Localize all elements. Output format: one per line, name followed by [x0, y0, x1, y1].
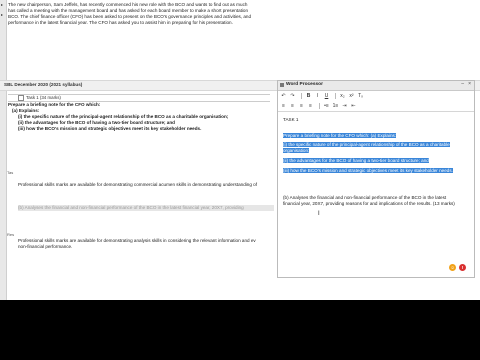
scenario-line: has called a meeting with the management…: [8, 7, 249, 13]
underline-button[interactable]: U: [323, 93, 330, 100]
toolbar-divider-line: [278, 111, 474, 112]
marker-icon[interactable]: ▸: [1, 12, 6, 17]
doc-line-selected: (iii) how the BCO's mission and strategi…: [283, 167, 469, 174]
doc-line-selected: organisation;: [283, 147, 469, 154]
subscript-button[interactable]: x₂: [339, 93, 346, 100]
bullet-list-button[interactable]: •≡: [323, 103, 330, 110]
indent-button[interactable]: ⇥: [341, 103, 348, 110]
word-processor-titlebar[interactable]: Word Processor – ×: [278, 81, 474, 91]
doc-line: financial year, 20X7, providing reasons …: [283, 201, 455, 207]
numbered-list-button[interactable]: 1≡: [332, 103, 339, 110]
toolbar-divider: [319, 103, 320, 109]
align-right-button[interactable]: ≡: [298, 103, 305, 110]
close-icon[interactable]: ×: [468, 81, 471, 87]
note-line: non-financial performance.: [18, 243, 73, 249]
justify-button[interactable]: ≡: [307, 103, 314, 110]
tab-task-1[interactable]: Task 1 (34 marks): [18, 95, 61, 101]
selected-text: (iii) how the BCO's mission and strategi…: [283, 167, 453, 173]
align-left-button[interactable]: ≡: [280, 103, 287, 110]
toolbar-row-2: ≡ ≡ ≡ ≡ •≡ 1≡ ⇥ ⇤: [280, 102, 472, 110]
exam-title: SBL December 2020 (2021 syllabus): [4, 82, 83, 87]
professional-marks-note: Professional skills marks are available …: [18, 182, 257, 187]
left-sidebar-strip: ▸ ▸: [0, 0, 7, 300]
italic-button[interactable]: I: [314, 93, 321, 100]
selected-text: (ii) the advantages for the BCO of havin…: [283, 157, 429, 163]
selected-text: Prepare a briefing note for the CFO whic…: [283, 132, 397, 138]
flag-icon[interactable]: ▸: [1, 2, 6, 7]
word-processor-window[interactable]: Word Processor – × ↶ ↷ B I U x₂ x² Tₓ ≡ …: [277, 80, 475, 278]
align-center-button[interactable]: ≡: [289, 103, 296, 110]
alert-icon[interactable]: !: [459, 264, 466, 271]
collapse-icon[interactable]: [18, 95, 24, 101]
question-scenario: The new chairperson, Sam Jeffels, has re…: [8, 2, 270, 80]
bold-button[interactable]: B: [305, 93, 312, 100]
professional-marks-note-2: Professional skills marks are available …: [18, 238, 274, 250]
requirement-iii: (iii) how the BCO's mission and strategi…: [18, 125, 202, 131]
part-b-selected-text[interactable]: (b) Analyses the financial and non-finan…: [18, 205, 274, 211]
document-body[interactable]: TASK 1 Prepare a briefing note for the C…: [283, 117, 469, 207]
doc-line-selected: (ii) the advantages for the BCO of havin…: [283, 157, 469, 164]
clear-format-button[interactable]: Tₓ: [357, 93, 364, 100]
task-tab-label: Task 1 (34 marks): [26, 95, 61, 101]
doc-line-selected: Prepare a briefing note for the CFO whic…: [283, 132, 469, 139]
smiley-icon[interactable]: ☺: [449, 264, 456, 271]
side-label-tasks[interactable]: Tas: [7, 170, 13, 175]
side-label-resources[interactable]: Res: [7, 232, 14, 237]
word-processor-title: Word Processor: [286, 82, 323, 87]
toolbar-divider: [335, 93, 336, 99]
requirement-block: Prepare a briefing note for the CFO whic…: [8, 102, 274, 132]
minimize-icon[interactable]: –: [461, 81, 464, 87]
toolbar-divider: [301, 93, 302, 99]
document-icon: [280, 83, 284, 87]
selected-text: organisation;: [283, 147, 310, 153]
outdent-button[interactable]: ⇤: [350, 103, 357, 110]
exam-screen: ▸ ▸ The new chairperson, Sam Jeffels, ha…: [0, 0, 480, 300]
undo-button[interactable]: ↶: [280, 93, 287, 100]
redo-button[interactable]: ↷: [289, 93, 296, 100]
doc-heading: TASK 1: [283, 117, 299, 122]
toolbar-row-1: ↶ ↷ B I U x₂ x² Tₓ: [280, 92, 472, 100]
selected-text: (i) the specific nature of the principal…: [283, 141, 450, 147]
superscript-button[interactable]: x²: [348, 93, 355, 100]
scenario-line: performance in the latest financial year…: [8, 19, 233, 25]
scenario-line: BCO. The chief finance officer (CFO) has…: [8, 13, 252, 19]
text-cursor-icon: I: [318, 211, 320, 217]
